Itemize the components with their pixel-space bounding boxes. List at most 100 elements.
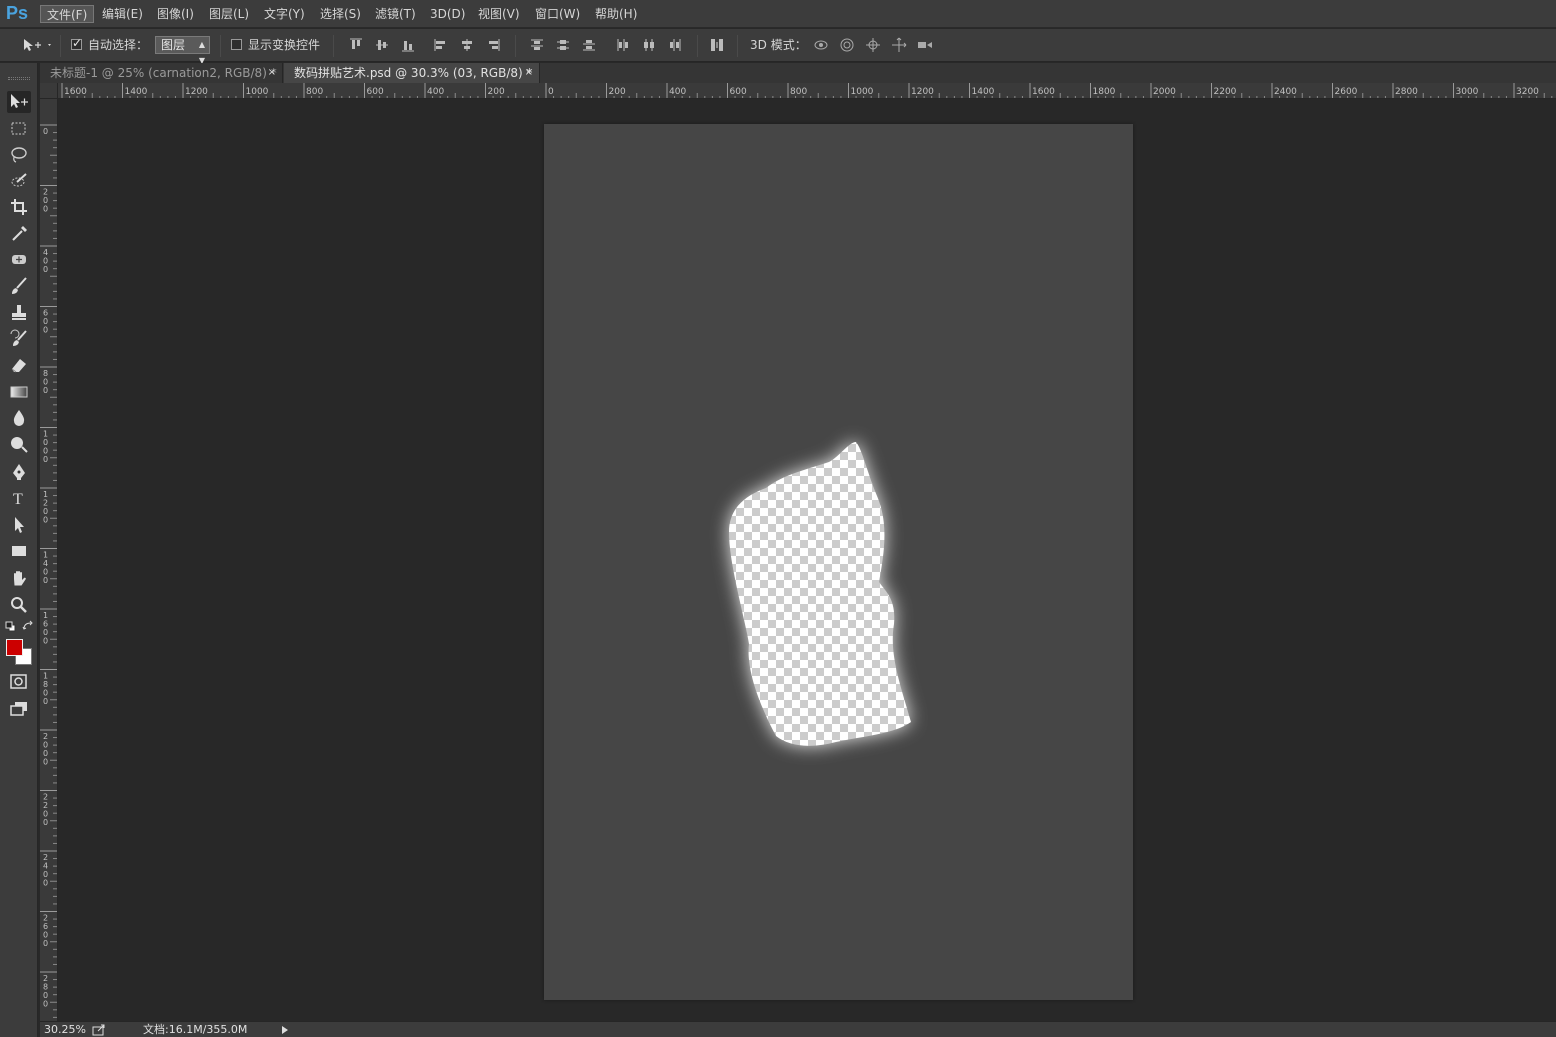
show-transform-checkbox[interactable] [231, 39, 242, 50]
history-brush-tool-icon[interactable] [7, 328, 31, 350]
menu-layer[interactable]: 图层(L) [203, 5, 255, 23]
menu-3d[interactable]: 3D(D) [424, 5, 471, 23]
eraser-tool-icon[interactable] [7, 354, 31, 376]
status-menu-arrow-icon[interactable] [280, 1025, 290, 1035]
menu-file[interactable]: 文件(F) [40, 5, 95, 23]
share-icon[interactable] [92, 1024, 106, 1036]
eyedropper-tool-icon[interactable] [7, 222, 31, 244]
brush-tool-icon[interactable] [7, 275, 31, 297]
ruler-h-label: 3200 [1516, 87, 1539, 97]
document-canvas[interactable] [544, 124, 1133, 1000]
ruler-h-label: 2200 [1214, 87, 1237, 97]
auto-select-target-value: 图层 [161, 38, 186, 52]
transparent-hole-shape [729, 442, 911, 746]
ruler-h-label: 400 [427, 87, 444, 97]
3d-rotate-icon[interactable] [813, 37, 829, 53]
ruler-h-label: 2400 [1274, 87, 1297, 97]
default-colors-icon[interactable] [5, 621, 16, 632]
ruler-v-label-char: 0 [43, 576, 48, 585]
auto-select-target-dropdown[interactable]: 图层 ▲ ▼ [155, 36, 210, 65]
align-vcenter-icon[interactable] [374, 37, 390, 53]
align-bottom-icon[interactable] [400, 37, 416, 53]
toolbox-grip[interactable] [8, 77, 30, 80]
auto-align-layers-icon[interactable] [709, 37, 725, 53]
auto-select-checkbox[interactable] [71, 36, 82, 50]
distribute-left-icon[interactable] [615, 37, 631, 53]
ruler-v-label-char: 0 [43, 386, 48, 395]
ruler-h-label: 1600 [1032, 87, 1055, 97]
path-selection-tool-icon[interactable] [7, 514, 31, 536]
zoom-level[interactable]: 30.25% [44, 1022, 86, 1037]
photoshop-window: Ps 文件(F) 编辑(E) 图像(I) 图层(L) 文字(Y) 选择(S) 滤… [0, 0, 1556, 1037]
lasso-tool-icon[interactable] [7, 144, 31, 166]
align-left-icon[interactable] [433, 37, 449, 53]
align-hcenter-icon[interactable] [459, 37, 475, 53]
3d-roll-icon[interactable] [839, 37, 855, 53]
distribute-top-icon[interactable] [529, 37, 545, 53]
menu-image[interactable]: 图像(I) [151, 5, 200, 23]
align-right-icon[interactable] [485, 37, 501, 53]
pen-tool-icon[interactable] [7, 461, 31, 483]
ruler-h-label: 800 [306, 87, 323, 97]
marquee-tool-icon[interactable] [7, 118, 31, 140]
blur-tool-icon[interactable] [7, 407, 31, 429]
vertical-ruler[interactable]: 0200400600800100012001400160018002000220… [40, 99, 58, 1021]
move-tool-preset-icon[interactable] [22, 37, 52, 53]
ruler-v-label-char: 0 [43, 1000, 48, 1009]
ruler-v-label-char: 0 [43, 637, 48, 646]
ruler-h-label: 200 [488, 87, 505, 97]
move-tool-icon[interactable] [7, 91, 31, 113]
foreground-color-swatch[interactable] [6, 639, 23, 656]
menu-type[interactable]: 文字(Y) [258, 5, 311, 23]
3d-pan-icon[interactable] [865, 37, 881, 53]
hand-tool-icon[interactable] [7, 568, 31, 590]
clone-stamp-tool-icon[interactable] [7, 302, 31, 324]
horizontal-ruler[interactable]: 1600 1400 1200 1000 800 600 400 200 0 200 400 600 80… [58, 83, 1556, 99]
menu-window[interactable]: 窗口(W) [529, 5, 586, 23]
tab-untitled-1[interactable]: 未标题-1 @ 25% (carnation2, RGB/8) * × [40, 63, 283, 83]
menu-view[interactable]: 视图(V) [472, 5, 526, 23]
menu-edit[interactable]: 编辑(E) [96, 5, 149, 23]
quick-mask-icon[interactable] [7, 671, 31, 693]
3d-slide-icon[interactable] [891, 37, 907, 53]
rectangle-tool-icon[interactable] [7, 540, 31, 562]
align-top-icon[interactable] [348, 37, 364, 53]
distribute-vcenter-icon[interactable] [555, 37, 571, 53]
healing-brush-tool-icon[interactable] [7, 249, 31, 271]
ruler-h-label: 1000 [851, 87, 874, 97]
ruler-v-label-char: 0 [43, 326, 48, 335]
crop-tool-icon[interactable] [7, 196, 31, 218]
ruler-h-label: 3000 [1456, 87, 1479, 97]
ruler-origin[interactable] [40, 83, 58, 99]
svg-text:T: T [13, 491, 23, 508]
show-transform-label: 显示变换控件 [248, 38, 321, 52]
ruler-h-label: 800 [790, 87, 807, 97]
dodge-tool-icon[interactable] [7, 433, 31, 455]
screen-mode-icon[interactable] [7, 698, 31, 720]
menu-select[interactable]: 选择(S) [314, 5, 367, 23]
menu-help[interactable]: 帮助(H) [589, 5, 643, 23]
3d-scale-icon[interactable] [917, 37, 933, 53]
ruler-h-label: 2000 [1153, 87, 1176, 97]
ruler-h-label: 1600 [64, 87, 87, 97]
gradient-tool-icon[interactable] [7, 381, 31, 403]
ruler-h-label: 400 [669, 87, 686, 97]
menu-filter[interactable]: 滤镜(T) [369, 5, 422, 23]
tab-digital-collage[interactable]: 数码拼贴艺术.psd @ 30.3% (03, RGB/8) * × [284, 63, 540, 83]
ruler-h-label: 1200 [185, 87, 208, 97]
tab-label: 数码拼贴艺术.psd @ 30.3% (03, RGB/8) * [294, 66, 533, 80]
type-tool-icon[interactable]: T [7, 487, 31, 509]
ruler-v-label-char: 0 [43, 758, 48, 767]
distribute-bottom-icon[interactable] [581, 37, 597, 53]
auto-select-label: 自动选择： [88, 38, 149, 52]
zoom-tool-icon[interactable] [7, 594, 31, 616]
close-icon[interactable]: × [525, 63, 533, 83]
quick-selection-tool-icon[interactable] [7, 170, 31, 192]
swap-colors-icon[interactable] [22, 620, 34, 632]
ruler-h-label: 600 [730, 87, 747, 97]
close-icon[interactable]: × [268, 63, 276, 83]
distribute-right-icon[interactable] [667, 37, 683, 53]
toolbox: T [0, 63, 38, 1037]
distribute-hcenter-icon[interactable] [641, 37, 657, 53]
ruler-h-label: 200 [609, 87, 626, 97]
